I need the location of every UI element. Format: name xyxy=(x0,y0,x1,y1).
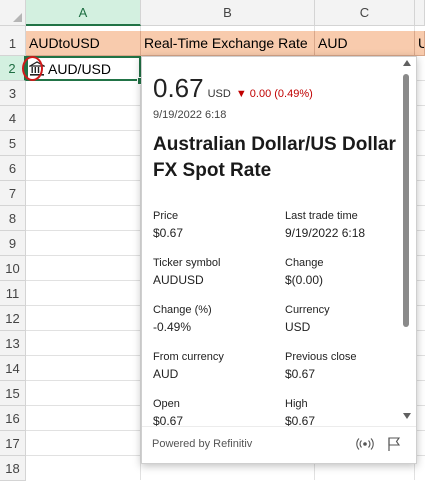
field-label: From currency xyxy=(153,351,224,363)
price-change-text: 0.00 (0.49%) xyxy=(249,88,313,100)
field-high[interactable]: High $0.67 xyxy=(285,396,315,430)
field-label: Change (%) xyxy=(153,304,212,316)
cell-b1[interactable]: Real-Time Exchange Rate xyxy=(141,31,315,56)
price-value: 0.67 xyxy=(153,73,204,103)
field-value: $0.67 xyxy=(285,367,316,381)
field-label: Ticker symbol xyxy=(153,257,221,269)
flag-icon[interactable] xyxy=(386,436,402,452)
row-header-12[interactable]: 12 xyxy=(0,306,26,331)
row-header-16[interactable]: 16 xyxy=(0,406,26,431)
cell-d1[interactable]: U xyxy=(415,31,425,56)
field-label: High xyxy=(285,398,308,410)
field-value: -0.49% xyxy=(153,320,192,334)
field-open[interactable]: Open $0.67 xyxy=(153,396,183,430)
row-header-13[interactable]: 13 xyxy=(0,331,26,356)
field-change-percent[interactable]: Change (%) -0.49% xyxy=(153,302,212,336)
row-header-1[interactable]: 1 xyxy=(0,31,26,56)
scrollbar-thumb[interactable] xyxy=(403,74,409,327)
row-header-15[interactable]: 15 xyxy=(0,381,26,406)
field-label: Change xyxy=(285,257,324,269)
row-header-9[interactable]: 9 xyxy=(0,231,26,256)
row-header-3[interactable]: 3 xyxy=(0,81,26,106)
powered-by-text: Powered by Refinitiv xyxy=(152,438,253,450)
field-label: Previous close xyxy=(285,351,357,363)
price-change: ▼ 0.00 (0.49%) xyxy=(236,88,313,100)
row-header-18[interactable]: 18 xyxy=(0,456,26,481)
data-type-card: 0.67 USD ▼ 0.00 (0.49%) 9/19/2022 6:18 A… xyxy=(141,56,417,464)
cell-a1[interactable]: AUDtoUSD xyxy=(26,31,141,56)
column-header-b[interactable]: B xyxy=(141,0,315,26)
field-value: 9/19/2022 6:18 xyxy=(285,226,366,240)
row-header-7[interactable]: 7 xyxy=(0,181,26,206)
row-header-6[interactable]: 6 xyxy=(0,156,26,181)
row-header-8[interactable]: 8 xyxy=(0,206,26,231)
field-last-trade-time[interactable]: Last trade time 9/19/2022 6:18 xyxy=(285,208,365,242)
row-header-5[interactable]: 5 xyxy=(0,131,26,156)
field-value: $0.67 xyxy=(153,226,184,240)
field-currency[interactable]: Currency USD xyxy=(285,302,330,336)
column-header-a[interactable]: A xyxy=(26,0,141,26)
field-previous-close[interactable]: Previous close $0.67 xyxy=(285,349,357,383)
column-header-d[interactable] xyxy=(415,0,425,26)
row-header-10[interactable]: 10 xyxy=(0,256,26,281)
row-header-17[interactable]: 17 xyxy=(0,431,26,456)
field-value: AUD xyxy=(153,367,179,381)
cell-c1[interactable]: AUD xyxy=(315,31,415,56)
scroll-down-arrow-icon[interactable] xyxy=(403,413,411,419)
card-footer: Powered by Refinitiv xyxy=(142,426,416,463)
down-arrow-icon: ▼ xyxy=(235,88,247,100)
field-value: $(0.00) xyxy=(285,273,324,287)
field-ticker-symbol[interactable]: Ticker symbol AUDUSD xyxy=(153,255,220,289)
row-header-4[interactable]: 4 xyxy=(0,106,26,131)
card-title: Australian Dollar/US Dollar FX Spot Rate xyxy=(153,134,396,181)
field-change[interactable]: Change $(0.00) xyxy=(285,255,324,289)
select-all-corner[interactable] xyxy=(0,0,26,26)
field-from-currency[interactable]: From currency AUD xyxy=(153,349,224,383)
annotation-circle xyxy=(22,56,43,81)
price-currency: USD xyxy=(207,88,231,100)
field-label: Currency xyxy=(285,304,330,316)
column-header-c[interactable]: C xyxy=(315,0,415,26)
field-label: Last trade time xyxy=(285,210,358,222)
broadcast-icon[interactable] xyxy=(356,436,374,452)
price-timestamp: 9/19/2022 6:18 xyxy=(153,109,227,121)
scroll-up-arrow-icon[interactable] xyxy=(403,60,411,66)
field-price[interactable]: Price $0.67 xyxy=(153,208,183,242)
row-header-14[interactable]: 14 xyxy=(0,356,26,381)
active-cell-border xyxy=(26,56,141,81)
row-header-gap xyxy=(0,26,26,31)
field-value: USD xyxy=(285,320,311,334)
row-header-11[interactable]: 11 xyxy=(0,281,26,306)
field-label: Price xyxy=(153,210,179,222)
field-value: AUDUSD xyxy=(153,273,204,287)
field-label: Open xyxy=(153,398,180,410)
price-line: 0.67 USD ▼ 0.00 (0.49%) xyxy=(153,73,313,104)
